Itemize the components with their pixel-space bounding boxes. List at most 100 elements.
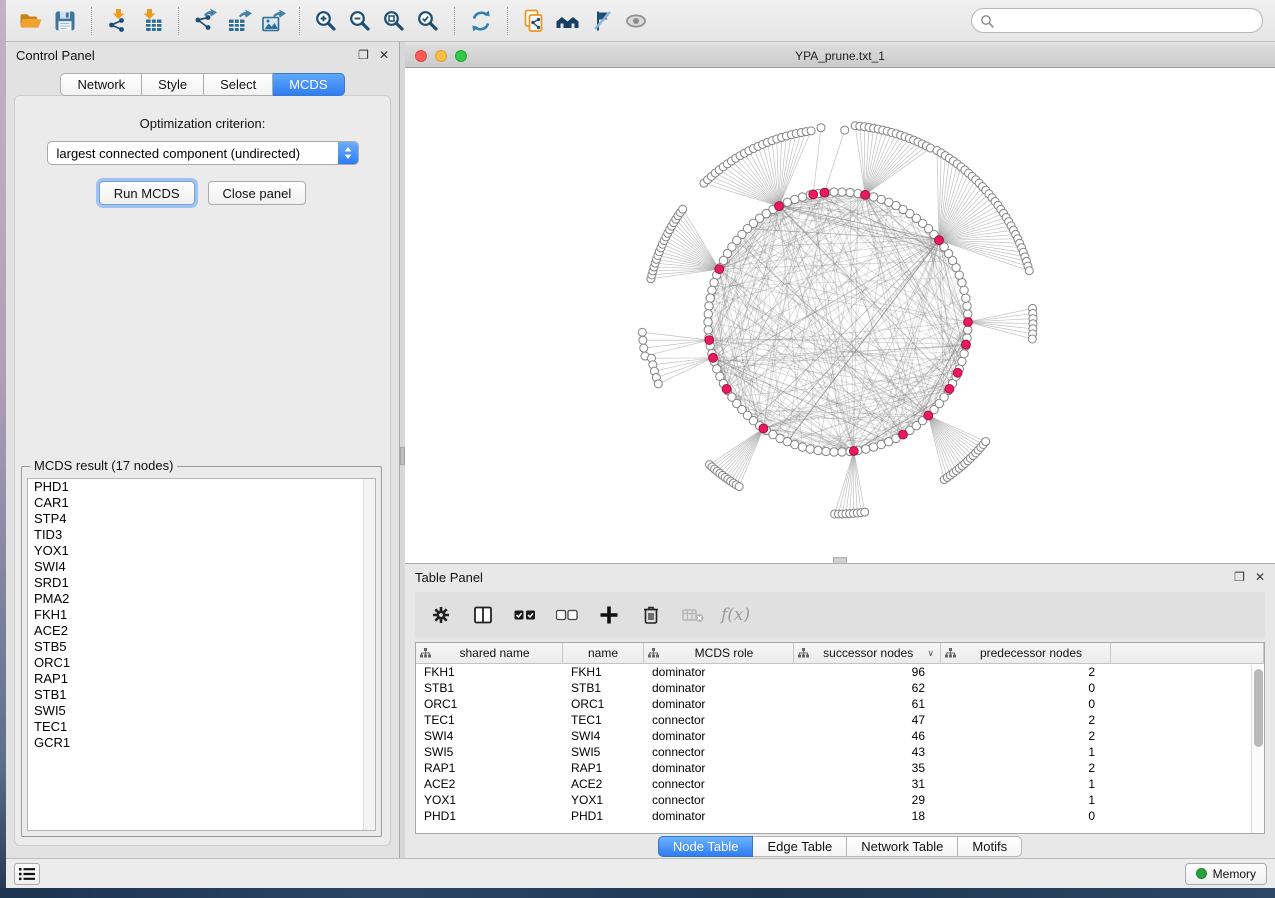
add-row-icon[interactable] (595, 600, 623, 630)
mcds-result-item[interactable]: CAR1 (28, 495, 375, 511)
zoom-out-icon[interactable] (343, 4, 377, 38)
column-label: successor nodes (809, 646, 927, 660)
import-network-icon[interactable] (101, 4, 135, 38)
deselect-all-icon[interactable] (553, 600, 581, 630)
mcds-result-list[interactable]: PHD1CAR1STP4TID3YOX1SWI4SRD1PMA2FKH1ACE2… (27, 478, 376, 831)
tab-network-table[interactable]: Network Table (847, 836, 958, 857)
mcds-result-item[interactable]: STB5 (28, 639, 375, 655)
select-all-icon[interactable] (511, 600, 539, 630)
table-cell: SWI5 (563, 744, 644, 760)
zoom-fit-icon[interactable] (377, 4, 411, 38)
table-cell: dominator (644, 664, 794, 680)
mcds-list-scrollbar[interactable] (363, 479, 375, 830)
task-history-button[interactable] (14, 863, 40, 885)
table-row[interactable]: ORC1ORC1dominator610 (416, 696, 1264, 712)
float-panel-icon[interactable]: ❐ (358, 49, 369, 61)
table-cell: FKH1 (416, 664, 563, 680)
table-row[interactable]: SWI4SWI4dominator462 (416, 728, 1264, 744)
table-cell: connector (644, 712, 794, 728)
tab-node-table[interactable]: Node Table (658, 836, 754, 857)
table-row[interactable]: ACE2ACE2connector311 (416, 776, 1264, 792)
refresh-layout-icon[interactable] (464, 4, 498, 38)
export-image-icon[interactable] (256, 4, 290, 38)
run-mcds-button[interactable]: Run MCDS (99, 181, 195, 205)
close-panel-icon[interactable]: ✕ (379, 49, 389, 61)
import-table-icon[interactable] (135, 4, 169, 38)
tab-select[interactable]: Select (204, 73, 273, 96)
column-header-shared-name[interactable]: shared name (416, 643, 563, 663)
table-cell: SWI5 (416, 744, 563, 760)
delete-rows-icon[interactable] (637, 600, 665, 630)
mcds-result-item[interactable]: ACE2 (28, 623, 375, 639)
table-row[interactable]: FKH1FKH1dominator962 (416, 664, 1264, 680)
table-panel-header: Table Panel ❐ ✕ (405, 564, 1275, 590)
table-panel-title: Table Panel (415, 570, 483, 585)
tab-motifs[interactable]: Motifs (958, 836, 1022, 857)
optimization-select[interactable]: largest connected component (undirected) (47, 141, 359, 165)
show-columns-icon[interactable] (469, 600, 497, 630)
hide-selected-icon[interactable] (585, 4, 619, 38)
first-neighbors-icon[interactable] (551, 4, 585, 38)
export-table-icon[interactable] (222, 4, 256, 38)
column-header-MCDS-role[interactable]: MCDS role (644, 643, 794, 663)
mcds-result-item[interactable]: FKH1 (28, 607, 375, 623)
mcds-result-item[interactable]: SRD1 (28, 575, 375, 591)
save-session-icon[interactable] (48, 4, 82, 38)
table-cell: 96 (794, 664, 941, 680)
network-canvas[interactable] (406, 68, 1274, 563)
zoom-selected-icon[interactable] (411, 4, 445, 38)
network-search-field[interactable] (971, 8, 1263, 33)
table-row[interactable]: RAP1RAP1dominator352 (416, 760, 1264, 776)
mcds-result-item[interactable]: RAP1 (28, 671, 375, 687)
mcds-result-item[interactable]: SWI5 (28, 703, 375, 719)
mcds-result-item[interactable]: STB1 (28, 687, 375, 703)
mcds-result-item[interactable]: SWI4 (28, 559, 375, 575)
mcds-result-item[interactable]: YOX1 (28, 543, 375, 559)
tab-edge-table[interactable]: Edge Table (753, 836, 847, 857)
table-cell: RAP1 (563, 760, 644, 776)
memory-label: Memory (1213, 867, 1256, 881)
mcds-result-item[interactable]: GCR1 (28, 735, 375, 751)
mcds-result-item[interactable]: STP4 (28, 511, 375, 527)
close-table-panel-icon[interactable]: ✕ (1255, 571, 1265, 583)
table-cell: 62 (794, 680, 941, 696)
tab-network[interactable]: Network (60, 73, 142, 96)
tab-mcds[interactable]: MCDS (273, 73, 344, 96)
table-row[interactable]: PHD1PHD1dominator180 (416, 808, 1264, 824)
mcds-result-item[interactable]: ORC1 (28, 655, 375, 671)
table-row[interactable]: SWI5SWI5connector431 (416, 744, 1264, 760)
float-table-panel-icon[interactable]: ❐ (1234, 571, 1245, 583)
table-cell: TEC1 (563, 712, 644, 728)
cytoscape-window: Control Panel ❐ ✕ NetworkStyleSelectMCDS… (6, 0, 1275, 888)
table-cell: 2 (941, 664, 1111, 680)
search-input[interactable] (994, 14, 1254, 28)
mcds-result-item[interactable]: PMA2 (28, 591, 375, 607)
tab-style[interactable]: Style (142, 73, 204, 96)
table-row[interactable]: YOX1YOX1connector291 (416, 792, 1264, 808)
mcds-result-group: MCDS result (17 nodes) PHD1CAR1STP4TID3Y… (21, 466, 382, 837)
clone-network-icon[interactable] (517, 4, 551, 38)
table-cell: 31 (794, 776, 941, 792)
column-header-successor-nodes[interactable]: successor nodes∨ (794, 643, 941, 663)
table-cell: connector (644, 776, 794, 792)
mcds-result-item[interactable]: TEC1 (28, 719, 375, 735)
memory-button[interactable]: Memory (1185, 863, 1267, 885)
mcds-result-item[interactable]: TID3 (28, 527, 375, 543)
mcds-result-item[interactable]: PHD1 (28, 479, 375, 495)
column-type-icon (798, 648, 809, 658)
column-header-predecessor-nodes[interactable]: predecessor nodes (941, 643, 1111, 663)
table-scrollbar[interactable] (1251, 665, 1264, 833)
horizontal-splitter-grip[interactable] (833, 557, 847, 564)
table-row[interactable]: STB1STB1dominator620 (416, 680, 1264, 696)
show-all-icon[interactable] (619, 4, 653, 38)
zoom-in-icon[interactable] (309, 4, 343, 38)
close-panel-button[interactable]: Close panel (208, 181, 307, 205)
table-cell: SWI4 (416, 728, 563, 744)
open-file-icon[interactable] (14, 4, 48, 38)
column-header-name[interactable]: name (563, 643, 644, 663)
export-network-icon[interactable] (188, 4, 222, 38)
settings-gear-icon[interactable] (427, 600, 455, 630)
table-scrollbar-thumb[interactable] (1254, 669, 1263, 747)
table-row[interactable]: TEC1TEC1connector472 (416, 712, 1264, 728)
optimization-criterion-label: Optimization criterion: (15, 116, 390, 131)
